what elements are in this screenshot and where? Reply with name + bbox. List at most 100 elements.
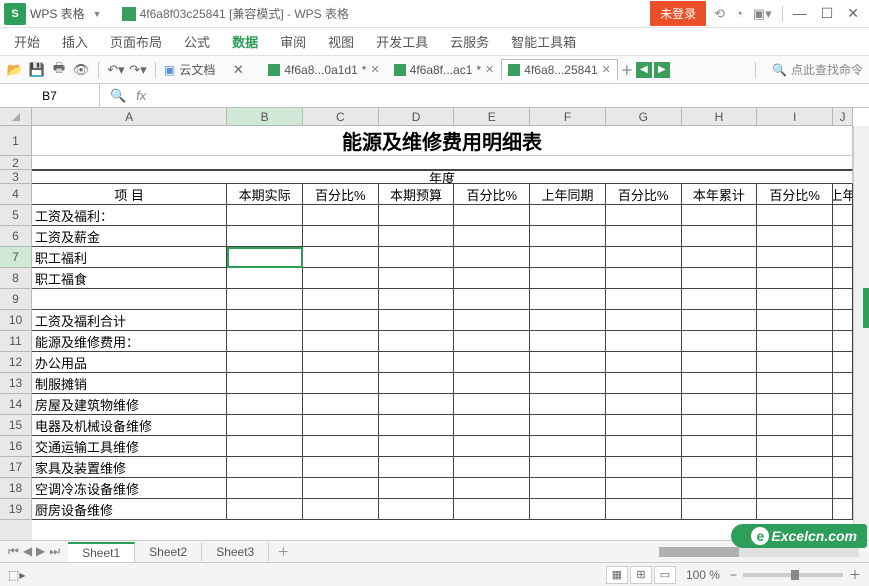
- cell[interactable]: [757, 394, 833, 415]
- cell[interactable]: [606, 205, 682, 226]
- cell[interactable]: 制服摊销: [32, 373, 227, 394]
- cell[interactable]: [454, 478, 530, 499]
- cell[interactable]: [303, 205, 379, 226]
- page-break-view-icon[interactable]: ⊞: [630, 566, 652, 584]
- cell[interactable]: [303, 373, 379, 394]
- menu-insert[interactable]: 插入: [62, 32, 88, 51]
- cloud-docs-button[interactable]: ▣ 云文档: [164, 61, 215, 78]
- cell[interactable]: [530, 415, 606, 436]
- cell[interactable]: [303, 499, 379, 520]
- sync-icon[interactable]: ⟲: [714, 6, 725, 22]
- sheet-tab-2[interactable]: Sheet2: [135, 543, 202, 561]
- cell[interactable]: [454, 310, 530, 331]
- spreadsheet-grid[interactable]: ABCDEFGHIJ 12345678910111213141516171819…: [0, 108, 869, 540]
- app-menu-dropdown[interactable]: ▼: [93, 9, 102, 19]
- cell[interactable]: [682, 205, 758, 226]
- cell[interactable]: [606, 310, 682, 331]
- cell[interactable]: 办公用品: [32, 352, 227, 373]
- cell[interactable]: [606, 415, 682, 436]
- menu-data[interactable]: 数据: [232, 32, 258, 51]
- cell[interactable]: [833, 205, 853, 226]
- cell[interactable]: [379, 226, 455, 247]
- cell[interactable]: [227, 394, 303, 415]
- col-header-C[interactable]: C: [303, 108, 379, 126]
- add-sheet-icon[interactable]: ＋: [269, 543, 297, 560]
- cell[interactable]: [227, 415, 303, 436]
- cell[interactable]: [757, 247, 833, 268]
- cell[interactable]: [227, 268, 303, 289]
- row-header-7[interactable]: 7: [0, 247, 32, 268]
- cell[interactable]: [833, 415, 853, 436]
- cell[interactable]: [379, 478, 455, 499]
- col-header-J[interactable]: J: [833, 108, 853, 126]
- cell[interactable]: [227, 352, 303, 373]
- command-search[interactable]: 🔍 点此查找命令: [772, 61, 863, 78]
- cell[interactable]: [303, 478, 379, 499]
- menu-page-layout[interactable]: 页面布局: [110, 32, 162, 51]
- cell[interactable]: [530, 352, 606, 373]
- cell[interactable]: [833, 352, 853, 373]
- cell[interactable]: [454, 373, 530, 394]
- cell[interactable]: [757, 310, 833, 331]
- maximize-button[interactable]: ☐: [821, 5, 834, 22]
- cell[interactable]: [682, 310, 758, 331]
- cell[interactable]: [530, 268, 606, 289]
- cell[interactable]: [682, 457, 758, 478]
- close-tab-icon[interactable]: ✕: [602, 63, 611, 76]
- cell[interactable]: 本期实际: [227, 184, 303, 205]
- col-header-B[interactable]: B: [227, 108, 303, 126]
- cell[interactable]: [682, 247, 758, 268]
- cell[interactable]: [454, 331, 530, 352]
- cell[interactable]: [454, 289, 530, 310]
- menu-smart-tools[interactable]: 智能工具箱: [511, 32, 576, 51]
- login-button[interactable]: 未登录: [650, 1, 706, 26]
- cell[interactable]: [227, 478, 303, 499]
- reading-view-icon[interactable]: ▭: [654, 566, 676, 584]
- cell[interactable]: 本期预算: [379, 184, 455, 205]
- cell[interactable]: [227, 226, 303, 247]
- col-header-G[interactable]: G: [606, 108, 682, 126]
- cell[interactable]: [379, 457, 455, 478]
- cell[interactable]: [303, 352, 379, 373]
- name-box[interactable]: B7: [0, 84, 100, 107]
- row-header-10[interactable]: 10: [0, 310, 32, 331]
- cell[interactable]: 厨房设备维修: [32, 499, 227, 520]
- cell[interactable]: [379, 394, 455, 415]
- cell[interactable]: 百分比%: [303, 184, 379, 205]
- cell[interactable]: [454, 499, 530, 520]
- fx-icon[interactable]: fx: [136, 88, 146, 103]
- cell[interactable]: [379, 415, 455, 436]
- cell[interactable]: [682, 478, 758, 499]
- cell[interactable]: [530, 457, 606, 478]
- cell[interactable]: [833, 499, 853, 520]
- cell[interactable]: 能源及维修费用：: [32, 331, 227, 352]
- cell[interactable]: [379, 289, 455, 310]
- cell[interactable]: 家具及装置维修: [32, 457, 227, 478]
- cell[interactable]: [682, 352, 758, 373]
- col-header-F[interactable]: F: [530, 108, 606, 126]
- menu-cloud[interactable]: 云服务: [450, 32, 489, 51]
- cell[interactable]: [757, 205, 833, 226]
- cell[interactable]: [757, 457, 833, 478]
- cell[interactable]: [379, 352, 455, 373]
- cell[interactable]: [530, 436, 606, 457]
- row-header-2[interactable]: 2: [0, 156, 32, 170]
- cell[interactable]: [606, 289, 682, 310]
- sheet-prev-icon[interactable]: ◀: [23, 544, 32, 559]
- cell[interactable]: 上年: [833, 184, 853, 205]
- menu-start[interactable]: 开始: [14, 32, 40, 51]
- cell[interactable]: [757, 268, 833, 289]
- menu-view[interactable]: 视图: [328, 32, 354, 51]
- sheet-first-icon[interactable]: ⏮: [8, 544, 19, 559]
- row-header-3[interactable]: 3: [0, 170, 32, 184]
- cell[interactable]: [757, 436, 833, 457]
- cell[interactable]: [454, 205, 530, 226]
- cell[interactable]: [682, 289, 758, 310]
- cell[interactable]: [227, 205, 303, 226]
- row-header-4[interactable]: 4: [0, 184, 32, 205]
- cell[interactable]: [379, 436, 455, 457]
- cell[interactable]: [303, 331, 379, 352]
- doc-tab-3[interactable]: 4f6a8...25841 ✕: [501, 59, 618, 81]
- cell[interactable]: [530, 499, 606, 520]
- cell[interactable]: [227, 289, 303, 310]
